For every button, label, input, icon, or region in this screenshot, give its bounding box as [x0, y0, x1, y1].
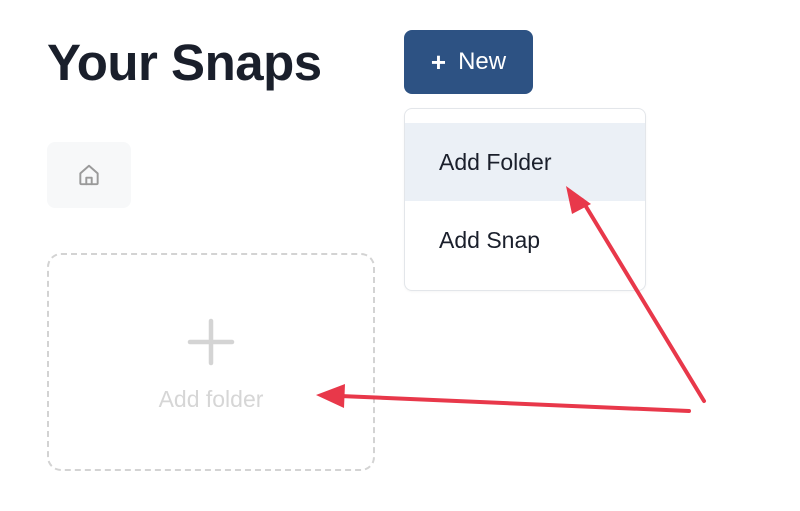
breadcrumb-home-button[interactable]: [47, 142, 131, 208]
new-dropdown-menu: Add Folder Add Snap: [404, 108, 646, 291]
menu-item-add-folder[interactable]: Add Folder: [405, 123, 645, 201]
plus-icon: +: [430, 46, 447, 77]
menu-item-add-snap[interactable]: Add Snap: [405, 201, 645, 279]
plus-icon: [187, 318, 235, 365]
add-folder-card[interactable]: Add folder: [47, 253, 375, 471]
page-title: Your Snaps: [47, 34, 322, 91]
new-button-label: New: [458, 48, 507, 75]
home-icon: [79, 164, 99, 186]
add-folder-label: Add folder: [158, 385, 264, 412]
menu-item-label: Add Snap: [439, 226, 541, 253]
menu-item-label: Add Folder: [439, 148, 552, 175]
new-button[interactable]: + New: [404, 30, 533, 94]
